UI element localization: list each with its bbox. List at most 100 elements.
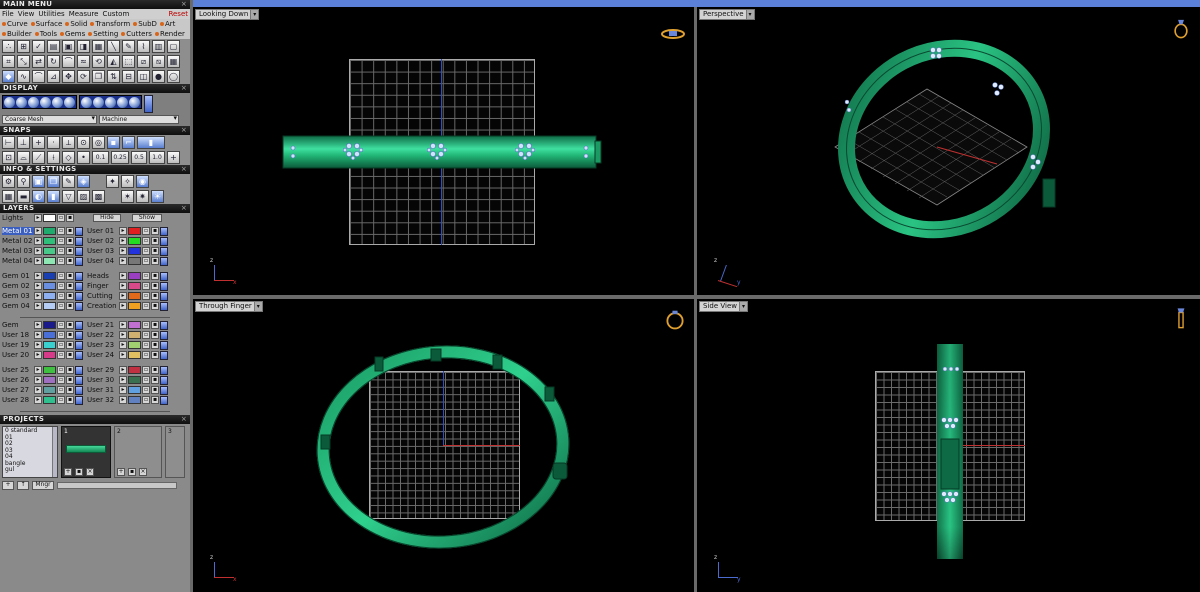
bar-icon[interactable]: ▬	[17, 190, 30, 203]
curve-tool-icon[interactable]: ∿	[17, 70, 30, 83]
select-tool-icon[interactable]: ⌗	[2, 55, 15, 68]
menu-file[interactable]: File	[2, 10, 14, 18]
layer-lock-icon[interactable]: ▫	[57, 321, 65, 329]
layer-select-icon[interactable]: ▸	[34, 247, 42, 255]
layers-tool-icon[interactable]: ▥	[152, 40, 165, 53]
flow-tool-icon[interactable]: ≈	[77, 55, 90, 68]
chart-icon[interactable]: ▨	[77, 190, 90, 203]
layer-row[interactable]: User 27 ▸ ▫ ▪	[2, 385, 83, 395]
funnel-icon[interactable]: ▽	[62, 190, 75, 203]
layer-lock-icon[interactable]: ▫	[142, 227, 150, 235]
layer-name[interactable]: User 24	[87, 351, 119, 359]
layer-color-swatch[interactable]	[43, 396, 56, 404]
panel-close-icon[interactable]: ×	[181, 0, 187, 9]
align-tool-icon[interactable]: ⊟	[122, 70, 135, 83]
layer-visible-icon[interactable]: ▪	[151, 282, 159, 290]
layer-name[interactable]: User 19	[2, 341, 34, 349]
layer-select-icon[interactable]: ▸	[119, 272, 127, 280]
layer-color-swatch[interactable]	[128, 376, 141, 384]
layer-name[interactable]: User 27	[2, 386, 34, 394]
cat-surface[interactable]: Surface	[30, 20, 62, 28]
layer-name[interactable]: User 29	[87, 366, 119, 374]
cat-setting[interactable]: Setting	[88, 30, 118, 38]
menu-utilities[interactable]: Utilities	[38, 10, 64, 18]
layer-current-toggle[interactable]	[75, 281, 83, 291]
layer-name[interactable]: Metal 01	[2, 227, 34, 235]
layer-lock-icon[interactable]: ▫	[142, 237, 150, 245]
layer-visible-icon[interactable]: ▪	[151, 227, 159, 235]
lights-icon[interactable]: ✧	[121, 175, 134, 188]
layer-current-toggle[interactable]	[75, 246, 83, 256]
layer-select-icon[interactable]: ▸	[119, 302, 127, 310]
layer-current-toggle[interactable]	[160, 395, 168, 405]
layer-select-icon[interactable]: ▸	[119, 321, 127, 329]
layer-row[interactable]: User 04 ▸ ▫ ▪	[87, 256, 168, 266]
layer-current-toggle[interactable]	[160, 271, 168, 281]
layer-color-swatch[interactable]	[128, 247, 141, 255]
layer-lock-icon[interactable]: ▫	[142, 302, 150, 310]
layer-name[interactable]: User 31	[87, 386, 119, 394]
layer-lock-icon[interactable]: ▫	[57, 272, 65, 280]
snap-near-icon[interactable]: ⟋	[32, 151, 45, 164]
layer-name[interactable]: User 28	[2, 396, 34, 404]
layer-select-icon[interactable]: ▸	[34, 237, 42, 245]
layer-lock-icon[interactable]: ▫	[142, 341, 150, 349]
layer-current-toggle[interactable]	[75, 350, 83, 360]
snap-quad-icon[interactable]: ◎	[92, 136, 105, 149]
lights-swatch[interactable]	[43, 214, 56, 222]
layer-select-icon[interactable]: ▸	[119, 292, 127, 300]
layer-row[interactable]: User 19 ▸ ▫ ▪	[2, 340, 83, 350]
viewport-looking-down[interactable]: Looking Down ▾ zx	[193, 7, 694, 295]
snap-center-icon[interactable]: ⊙	[77, 136, 90, 149]
settings-gear-icon[interactable]: ⚙	[2, 175, 15, 188]
layer-visible-icon[interactable]: ▪	[151, 302, 159, 310]
notes-icon[interactable]: ✎	[62, 175, 75, 188]
scale-tool-icon[interactable]: ⤡	[17, 55, 30, 68]
layer-name[interactable]: User 26	[2, 376, 34, 384]
layer-name[interactable]: User 30	[87, 376, 119, 384]
layer-current-toggle[interactable]	[160, 375, 168, 385]
layer-select-icon[interactable]: ▸	[119, 257, 127, 265]
silver-material-icon[interactable]	[105, 97, 116, 108]
slot-1-add-icon[interactable]: +	[64, 468, 72, 476]
layer-lock-icon[interactable]: ▫	[142, 257, 150, 265]
gem-tool-icon[interactable]: ◆	[2, 70, 15, 83]
layer-row[interactable]: Gem 04 ▸ ▫ ▪	[2, 301, 83, 311]
pipe-tool-icon[interactable]: ╲	[107, 40, 120, 53]
layer-select-icon[interactable]: ▸	[34, 386, 42, 394]
snap-mid-icon[interactable]: ⊥	[17, 136, 30, 149]
layer-visible-icon[interactable]: ▪	[66, 386, 74, 394]
layer-color-swatch[interactable]	[128, 366, 141, 374]
layer-color-swatch[interactable]	[128, 257, 141, 265]
layer-select-icon[interactable]: ▸	[119, 341, 127, 349]
layer-name[interactable]: User 18	[2, 331, 34, 339]
project-slot-1[interactable]: 1 + ▪ ×	[61, 426, 111, 478]
cat-curve[interactable]: Curve	[2, 20, 28, 28]
layer-current-toggle[interactable]	[75, 320, 83, 330]
layer-select-icon[interactable]: ▸	[34, 321, 42, 329]
gem-scene-icon[interactable]: ✶	[121, 190, 134, 203]
grid-tool-icon[interactable]: ▦	[92, 40, 105, 53]
join-tool-icon[interactable]: ⧅	[152, 55, 165, 68]
layer-lock-icon[interactable]: ▫	[142, 282, 150, 290]
layer-select-icon[interactable]: ▸	[34, 396, 42, 404]
project-scrollbar[interactable]	[57, 482, 177, 489]
view-ring-perspective-icon[interactable]	[1170, 17, 1192, 39]
layer-name[interactable]: Metal 04	[2, 257, 34, 265]
layer-row[interactable]: User 22 ▸ ▫ ▪	[87, 330, 168, 340]
layer-select-icon[interactable]: ▸	[119, 331, 127, 339]
cat-render[interactable]: Render	[154, 30, 185, 38]
layer-box-icon[interactable]: ▣	[32, 175, 45, 188]
layer-lock-icon[interactable]: ▫	[57, 247, 65, 255]
layer-row[interactable]: User 31 ▸ ▫ ▪	[87, 385, 168, 395]
layer-lock-icon[interactable]: ▫	[57, 302, 65, 310]
layer-name[interactable]: Gem 04	[2, 302, 34, 310]
cat-transform[interactable]: Transform	[90, 20, 130, 28]
snap-cross-icon[interactable]: +	[32, 136, 45, 149]
view-ring-flat-icon[interactable]	[660, 27, 686, 41]
snap-knot-icon[interactable]: ⟊	[47, 151, 60, 164]
array-tool-icon[interactable]: ⊞	[17, 40, 30, 53]
layer-lock-icon[interactable]: ▫	[142, 386, 150, 394]
layer-lock-icon[interactable]: ▫	[142, 366, 150, 374]
metal-material-icon[interactable]	[81, 97, 92, 108]
